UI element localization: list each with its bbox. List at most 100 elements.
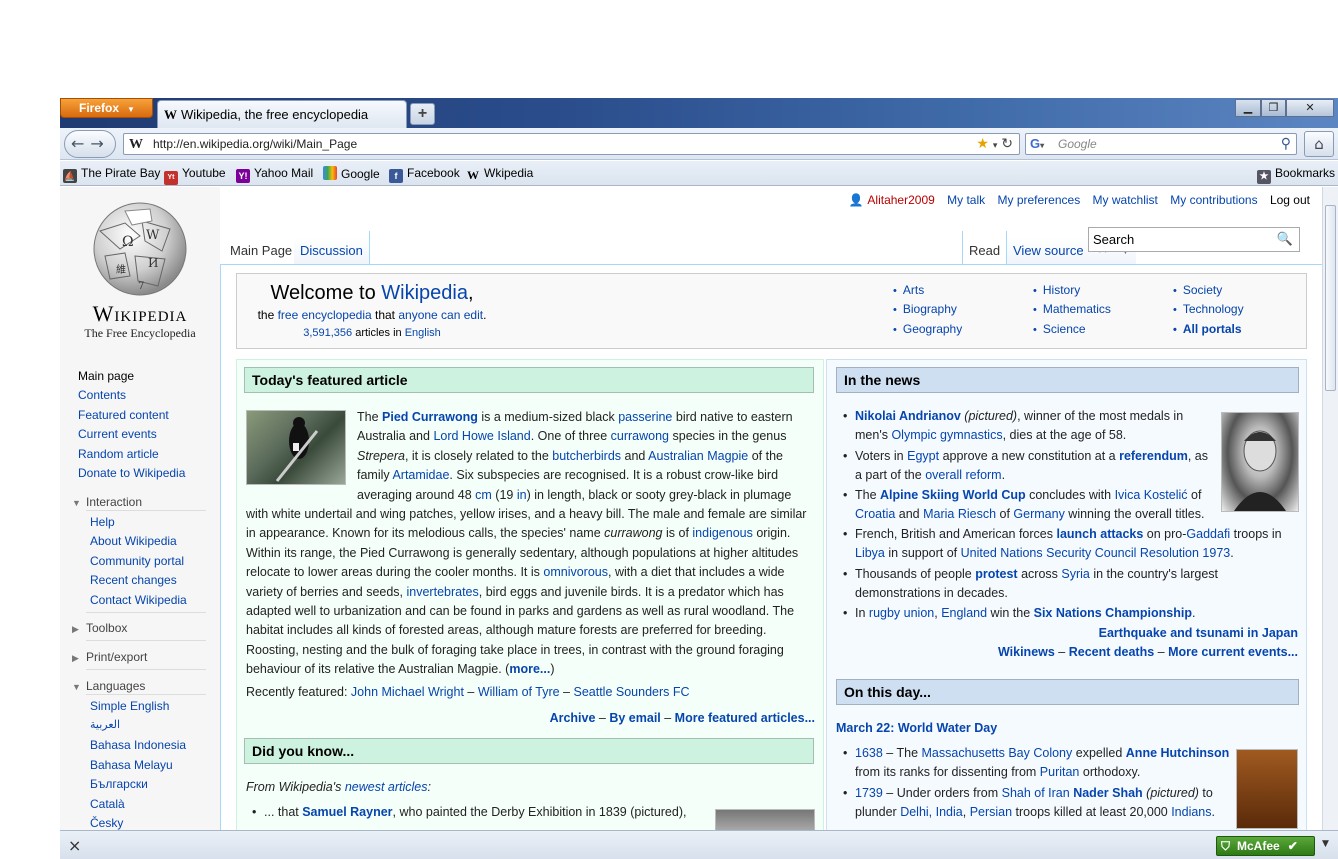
- search-engine-bar[interactable]: G▾ Google ⚲: [1025, 133, 1297, 155]
- my-contributions-link[interactable]: My contributions: [1170, 193, 1257, 207]
- new-tab-button[interactable]: +: [410, 103, 435, 125]
- newest-articles-link[interactable]: newest articles: [345, 780, 428, 794]
- bookmark-youtube[interactable]: Yt Youtube: [164, 166, 226, 185]
- samuel-rayner-link[interactable]: Samuel Rayner: [302, 805, 392, 819]
- user-link[interactable]: Alitaher2009: [867, 193, 934, 207]
- date-link[interactable]: March 22: [836, 721, 890, 735]
- bookmark-star-icon[interactable]: ★: [976, 135, 989, 151]
- nav-donate[interactable]: Donate to Wikipedia: [78, 466, 185, 480]
- dropdown-arrow-icon[interactable]: ▾: [993, 140, 998, 150]
- wiki-search-input[interactable]: Search 🔍: [1088, 227, 1300, 252]
- firefox-menu-button[interactable]: Firefox ▼: [60, 98, 153, 118]
- lang-bahasa-indonesia[interactable]: Bahasa Indonesia: [90, 738, 186, 752]
- lang-simple-english[interactable]: Simple English: [90, 699, 169, 713]
- portal-technology[interactable]: Technology: [1173, 302, 1244, 316]
- recent-link-2[interactable]: William of Tyre: [478, 685, 560, 699]
- nav-contents[interactable]: Contents: [78, 388, 126, 402]
- portal-society[interactable]: Society: [1173, 283, 1222, 297]
- tab-discussion[interactable]: Discussion: [294, 231, 370, 264]
- tab-view-source[interactable]: View source: [1006, 231, 1091, 264]
- printexport-heading[interactable]: ▶ Print/export: [72, 650, 147, 664]
- portal-all[interactable]: All portals: [1173, 322, 1242, 336]
- toolbox-heading[interactable]: ▶ Toolbox: [72, 621, 127, 635]
- lang-catala[interactable]: Català: [90, 797, 125, 811]
- minimize-button[interactable]: ▁: [1235, 99, 1261, 117]
- google-icon[interactable]: G▾: [1030, 136, 1044, 151]
- reload-icon[interactable]: ↻: [1001, 135, 1013, 151]
- search-icon[interactable]: 🔍: [1277, 231, 1293, 247]
- wikipedia-globe-logo[interactable]: Ω W И 維 7: [80, 201, 200, 301]
- by-email-link[interactable]: By email: [609, 711, 660, 725]
- back-arrow-icon[interactable]: ←: [71, 134, 90, 153]
- more-featured-link[interactable]: More featured articles...: [675, 711, 815, 725]
- portal-history[interactable]: History: [1033, 283, 1080, 297]
- nav-random-article[interactable]: Random article: [78, 447, 159, 461]
- wikinews-link[interactable]: Wikinews: [998, 645, 1055, 659]
- close-addon-bar-icon[interactable]: ×: [68, 836, 81, 855]
- tab-main-page[interactable]: Main Page: [224, 231, 300, 264]
- tab-wikipedia[interactable]: W Wikipedia, the free encyclopedia: [157, 100, 407, 128]
- my-talk-link[interactable]: My talk: [947, 193, 985, 207]
- year-link[interactable]: 1638: [855, 746, 883, 760]
- derby-exhibition-image[interactable]: [715, 809, 815, 830]
- lang-bulgarian[interactable]: Български: [90, 777, 148, 791]
- tab-read[interactable]: Read: [962, 231, 1007, 264]
- dropdown-arrow-icon[interactable]: ▼: [1322, 839, 1329, 849]
- archive-link[interactable]: Archive: [550, 711, 596, 725]
- english-link[interactable]: English: [405, 327, 441, 339]
- bookmark-google[interactable]: Google: [323, 166, 380, 181]
- free-encyclopedia-link[interactable]: free encyclopedia: [278, 308, 372, 322]
- lang-arabic[interactable]: العربية: [90, 718, 120, 731]
- nav-help[interactable]: Help: [90, 515, 115, 529]
- lang-bahasa-melayu[interactable]: Bahasa Melayu: [90, 758, 173, 772]
- nav-contact[interactable]: Contact Wikipedia: [90, 593, 187, 607]
- my-preferences-link[interactable]: My preferences: [998, 193, 1081, 207]
- my-watchlist-link[interactable]: My watchlist: [1093, 193, 1158, 207]
- nader-shah-image[interactable]: [1236, 749, 1298, 829]
- mcafee-button[interactable]: ⛉ McAfee ✔: [1216, 836, 1315, 856]
- pied-currawong-image[interactable]: [246, 410, 346, 485]
- portal-geography[interactable]: Geography: [893, 322, 962, 336]
- nav-main-page[interactable]: Main page: [78, 369, 134, 383]
- scrollbar-thumb[interactable]: [1325, 205, 1336, 391]
- interaction-heading[interactable]: ▼ Interaction: [72, 495, 142, 509]
- nav-community-portal[interactable]: Community portal: [90, 554, 184, 568]
- nikolai-andrianov-image[interactable]: [1221, 412, 1299, 512]
- portal-biography[interactable]: Biography: [893, 302, 957, 316]
- article-count-link[interactable]: 3,591,356: [303, 327, 352, 339]
- back-forward-buttons[interactable]: ←→: [64, 130, 116, 158]
- url-text[interactable]: http://en.wikipedia.org/wiki/Main_Page: [153, 137, 357, 151]
- bookmark-yahoo-mail[interactable]: Y! Yahoo Mail: [236, 166, 313, 183]
- search-icon[interactable]: ⚲: [1281, 135, 1291, 152]
- log-out-link[interactable]: Log out: [1270, 193, 1310, 207]
- bookmark-wikipedia[interactable]: W Wkipedia: [466, 166, 533, 182]
- portal-science[interactable]: Science: [1033, 322, 1086, 336]
- year-link[interactable]: 1739: [855, 786, 883, 800]
- nav-current-events[interactable]: Current events: [78, 427, 157, 441]
- japan-earthquake-link[interactable]: Earthquake and tsunami in Japan: [1099, 626, 1298, 640]
- nav-featured-content[interactable]: Featured content: [78, 408, 169, 422]
- bookmark-pirate-bay[interactable]: ⛵ The Pirate Bay: [63, 166, 160, 183]
- portal-mathematics[interactable]: Mathematics: [1033, 302, 1111, 316]
- wikipedia-link[interactable]: Wikipedia: [381, 282, 468, 304]
- forward-arrow-icon[interactable]: →: [90, 134, 109, 153]
- wiki-search-placeholder: Search: [1093, 232, 1135, 247]
- vertical-scrollbar[interactable]: [1322, 187, 1338, 830]
- recent-link-1[interactable]: John Michael Wright: [351, 685, 464, 699]
- languages-heading[interactable]: ▼ Languages: [72, 679, 145, 693]
- close-window-button[interactable]: ✕: [1286, 99, 1334, 117]
- nav-about[interactable]: About Wikipedia: [90, 534, 177, 548]
- bookmarks-menu-button[interactable]: ★ Bookmarks: [1257, 166, 1335, 184]
- anyone-can-edit-link[interactable]: anyone can edit: [398, 308, 483, 322]
- portal-arts[interactable]: Arts: [893, 283, 924, 297]
- restore-button[interactable]: ❐: [1261, 99, 1286, 117]
- world-water-day-link[interactable]: World Water Day: [898, 721, 997, 735]
- recent-deaths-link[interactable]: Recent deaths: [1069, 645, 1154, 659]
- nav-recent-changes[interactable]: Recent changes: [90, 573, 177, 587]
- recent-link-3[interactable]: Seattle Sounders FC: [573, 685, 689, 699]
- lang-cesky[interactable]: Česky: [90, 816, 123, 830]
- home-button[interactable]: ⌂: [1304, 131, 1334, 157]
- address-bar[interactable]: Whttp://en.wikipedia.org/wiki/Main_Page …: [123, 133, 1020, 155]
- bookmark-facebook[interactable]: f Facebook: [389, 166, 460, 183]
- more-current-events-link[interactable]: More current events...: [1168, 645, 1298, 659]
